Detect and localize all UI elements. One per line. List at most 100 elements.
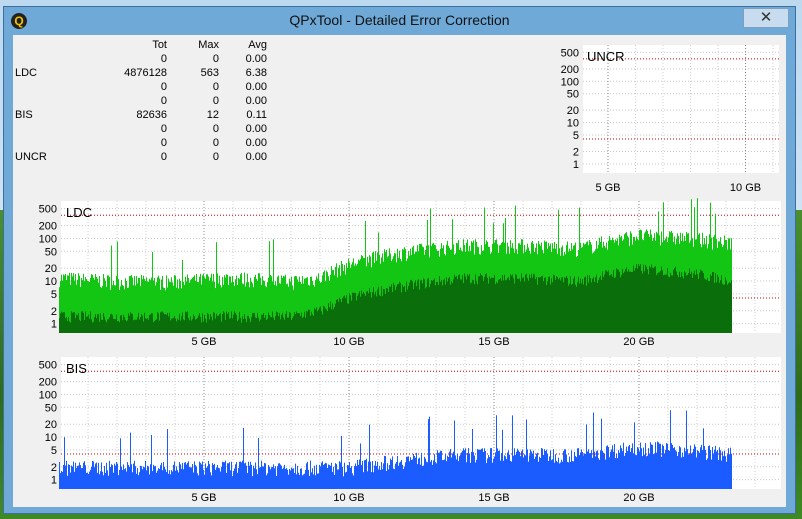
average-bar: [376, 296, 377, 333]
data-bar: [682, 452, 683, 489]
data-bar: [645, 443, 646, 489]
average-bar: [623, 273, 624, 333]
average-bar: [417, 280, 418, 333]
average-bar: [696, 269, 697, 333]
close-button[interactable]: ✕: [743, 8, 789, 28]
average-bar: [301, 312, 302, 333]
average-bar: [336, 299, 337, 333]
data-bar: [538, 461, 539, 489]
average-bar: [297, 313, 298, 333]
data-bar: [216, 467, 217, 489]
data-bar: [270, 469, 271, 489]
data-bar: [243, 427, 244, 489]
average-bar: [649, 265, 650, 333]
average-bar: [149, 315, 150, 333]
data-bar: [335, 463, 336, 489]
data-bar: [182, 462, 183, 489]
data-bar: [318, 473, 319, 489]
data-bar: [495, 452, 496, 489]
data-bar: [361, 465, 362, 489]
average-bar: [98, 313, 99, 333]
average-bar: [232, 318, 233, 333]
average-bar: [335, 303, 336, 333]
data-bar: [70, 472, 71, 489]
data-bar: [400, 461, 401, 489]
data-bar: [85, 465, 86, 489]
data-bar: [392, 456, 393, 489]
data-bar: [73, 461, 74, 489]
average-bar: [293, 316, 294, 333]
title-bar[interactable]: Q QPxTool - Detailed Error Correction ✕: [4, 7, 795, 34]
data-bar: [191, 467, 192, 489]
average-bar: [697, 274, 698, 333]
data-bar: [578, 448, 579, 489]
data-bar: [717, 449, 718, 489]
average-bar: [231, 311, 232, 333]
data-bar: [171, 470, 172, 489]
data-bar: [180, 464, 181, 489]
average-bar: [399, 281, 400, 333]
average-bar: [685, 272, 686, 333]
data-bar: [109, 460, 110, 489]
data-bar: [557, 462, 558, 489]
data-bar: [185, 462, 186, 489]
average-bar: [411, 279, 412, 333]
data-bar: [644, 454, 645, 489]
stats-avg: 0.00: [245, 81, 267, 93]
data-bar: [194, 461, 195, 489]
data-bar: [175, 470, 176, 489]
data-bar: [410, 457, 411, 489]
average-bar: [278, 316, 279, 333]
average-bar: [522, 278, 523, 333]
average-bar: [552, 282, 553, 333]
data-bar: [509, 454, 510, 489]
data-bar: [531, 451, 532, 489]
average-bar: [166, 314, 167, 333]
data-bar: [551, 460, 552, 489]
x-tick-label: 10 GB: [730, 182, 761, 194]
data-bar: [378, 469, 379, 489]
data-bar: [431, 460, 432, 489]
average-bar: [549, 276, 550, 333]
average-bar: [727, 284, 728, 333]
data-bar: [393, 468, 394, 489]
data-bar: [630, 451, 631, 489]
average-bar: [378, 286, 379, 333]
average-bar: [107, 319, 108, 333]
data-bar: [198, 475, 199, 489]
average-bar: [723, 284, 724, 333]
average-bar: [251, 317, 252, 333]
average-bar: [157, 312, 158, 333]
average-bar: [416, 286, 417, 333]
average-bar: [634, 270, 635, 333]
data-bar: [375, 460, 376, 489]
data-bar: [179, 462, 180, 489]
average-bar: [602, 271, 603, 333]
data-bar: [134, 460, 135, 489]
data-bar: [440, 450, 441, 489]
data-bar: [638, 448, 639, 489]
data-bar: [414, 455, 415, 489]
average-bar: [215, 318, 216, 333]
data-bar: [584, 453, 585, 489]
average-bar: [428, 278, 429, 333]
data-bar: [363, 472, 364, 489]
average-bar: [347, 303, 348, 333]
average-bar: [396, 286, 397, 333]
average-bar: [312, 314, 313, 333]
average-bar: [630, 271, 631, 333]
data-bar: [359, 459, 360, 489]
average-bar: [201, 322, 202, 333]
average-bar: [384, 289, 385, 333]
data-bar: [549, 456, 550, 489]
data-bar: [186, 464, 187, 489]
average-bar: [95, 314, 96, 333]
average-bar: [154, 321, 155, 333]
data-bar: [725, 456, 726, 489]
average-bar: [284, 319, 285, 333]
data-bar: [285, 469, 286, 489]
data-bar: [74, 471, 75, 489]
data-bar: [98, 462, 99, 489]
data-bar: [183, 469, 184, 489]
average-bar: [442, 285, 443, 333]
